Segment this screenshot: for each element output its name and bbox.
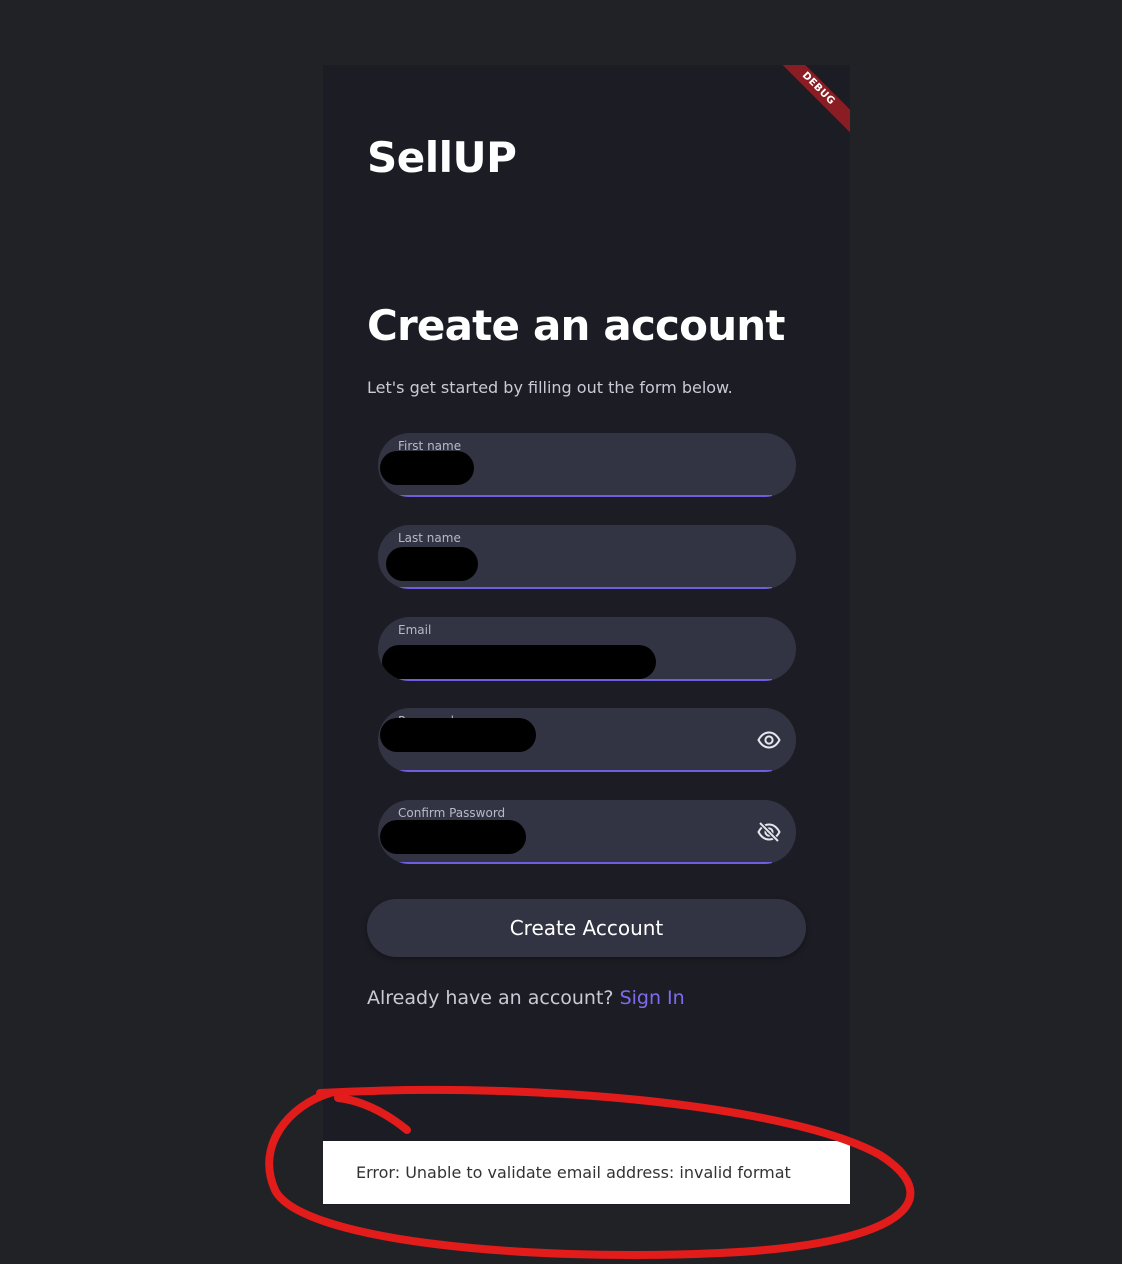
first-name-value-redacted [380,451,474,485]
confirm-password-label: Confirm Password [398,806,506,820]
error-message: Error: Unable to validate email address:… [356,1163,791,1182]
eye-off-icon[interactable] [756,820,782,844]
last-name-field[interactable]: Last name [378,525,796,589]
app-screen: DEBUG SellUP Create an account Let's get… [323,65,850,1205]
page-title: Create an account [367,301,785,350]
create-account-button[interactable]: Create Account [367,899,806,957]
field-underline [396,587,772,589]
password-value-redacted [380,718,536,752]
debug-banner: DEBUG [770,65,850,145]
confirm-password-field[interactable]: Confirm Password [378,800,796,864]
page-subtitle: Let's get started by filling out the for… [367,378,733,397]
error-snackbar: Error: Unable to validate email address:… [323,1141,850,1204]
email-field[interactable]: Email [378,617,796,681]
email-value-redacted [382,645,656,679]
last-name-label: Last name [398,531,461,545]
field-underline [396,679,772,681]
sign-in-link[interactable]: Sign In [620,987,685,1009]
field-underline [396,770,772,772]
signin-prompt: Already have an account? Sign In [367,987,685,1009]
confirm-password-value-redacted [380,820,526,854]
debug-banner-label: DEBUG [770,65,850,138]
last-name-value-redacted [386,547,478,581]
email-label: Email [398,623,432,637]
field-underline [396,495,772,497]
signin-prompt-text: Already have an account? [367,987,614,1009]
password-field[interactable]: Password [378,708,796,772]
eye-icon[interactable] [756,728,782,752]
app-logo: SellUP [367,133,517,182]
field-underline [396,862,772,864]
first-name-field[interactable]: First name [378,433,796,497]
